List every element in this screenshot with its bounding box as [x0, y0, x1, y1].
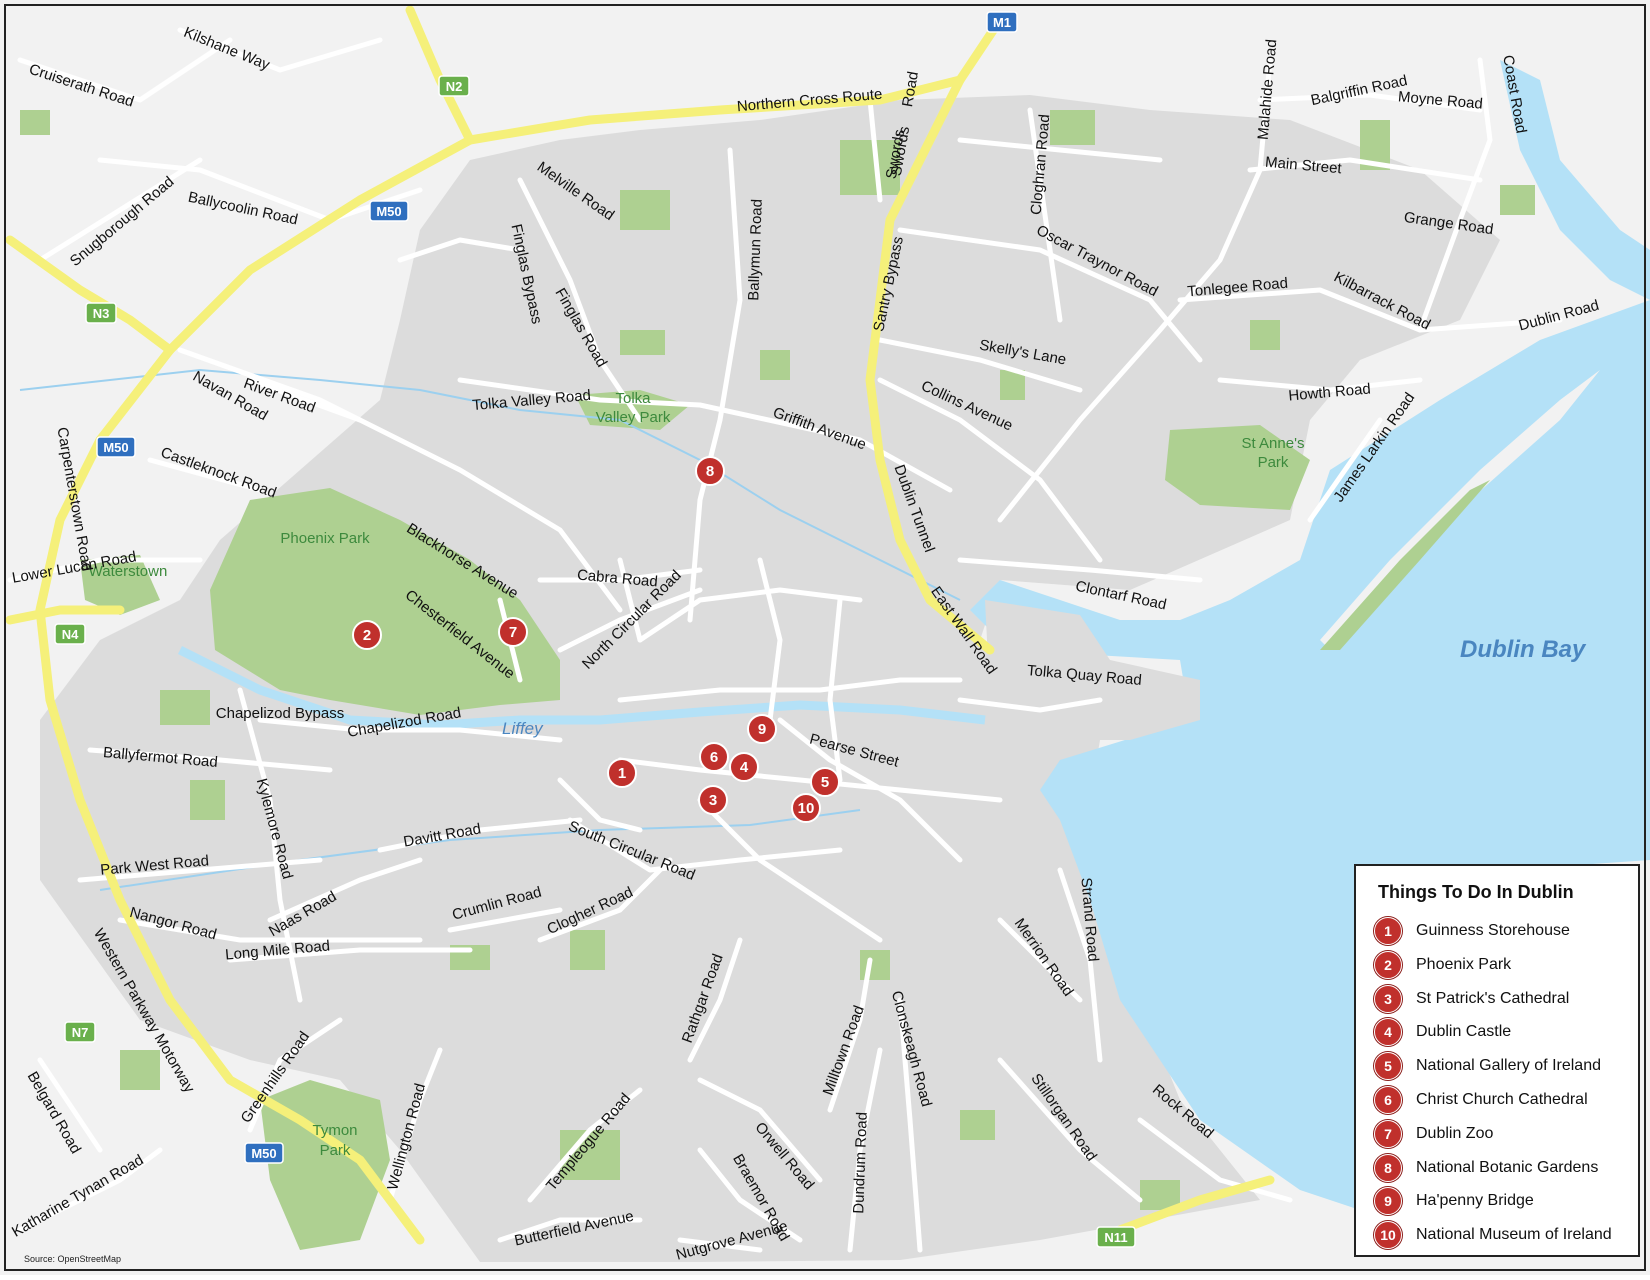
legend-label: Phoenix Park [1416, 955, 1512, 973]
road-label: Ballymun Road [745, 199, 766, 301]
park-label: Valley Park [596, 409, 671, 426]
legend-label: Guinness Storehouse [1416, 922, 1570, 939]
attraction-marker-10[interactable]: 10 [791, 793, 821, 823]
attraction-marker-6[interactable]: 6 [699, 742, 729, 772]
legend-label: National Museum of Ireland [1416, 1226, 1612, 1244]
national-route-shield: N2 [438, 75, 470, 97]
shield-label: M50 [376, 204, 401, 219]
legend-item: 7 Dublin Zoo [1374, 1119, 1494, 1148]
green-area [960, 1110, 995, 1140]
legend-label: St Patrick's Cathedral [1416, 989, 1570, 1007]
legend-item: 6 Christ Church Cathedral [1374, 1086, 1588, 1114]
shield-label: M1 [993, 15, 1011, 30]
legend-marker-icon: 1 [1374, 917, 1402, 945]
marker-number: 4 [740, 759, 749, 776]
green-area [860, 950, 890, 980]
legend-item: 4 Dublin Castle [1374, 1018, 1512, 1047]
park-label: Park [1258, 454, 1289, 471]
legend-label: Dublin Zoo [1416, 1124, 1494, 1142]
motorway-shield: M50 [369, 200, 409, 222]
green-area [570, 930, 605, 970]
marker-number: 9 [758, 721, 766, 738]
park-label: Tymon [312, 1122, 357, 1139]
marker-number: 6 [710, 749, 718, 766]
legend-item: 3 St Patrick's Cathedral [1374, 984, 1570, 1013]
legend-marker-icon: 7 [1374, 1119, 1402, 1148]
shield-label: N4 [62, 627, 79, 642]
legend-item: 5 National Gallery of Ireland [1374, 1052, 1601, 1081]
legend-item: 10 National Museum of Ireland [1374, 1221, 1612, 1250]
attraction-marker-4[interactable]: 4 [729, 752, 759, 782]
legend-item: 8 National Botanic Gardens [1374, 1153, 1599, 1182]
road-label: Chapelizod Bypass [216, 705, 344, 722]
legend-label: National Gallery of Ireland [1416, 1057, 1601, 1075]
marker-number: 7 [509, 624, 517, 641]
shield-label: M50 [103, 440, 128, 455]
marker-number: 8 [706, 463, 714, 480]
national-route-shield: N3 [85, 302, 117, 324]
legend-label: Ha'penny Bridge [1416, 1192, 1534, 1210]
attraction-marker-3[interactable]: 3 [698, 785, 728, 815]
marker-number: 1 [618, 765, 626, 782]
legend-marker-icon: 3 [1374, 984, 1402, 1013]
legend-item: 9 Ha'penny Bridge [1374, 1187, 1534, 1216]
marker-number: 10 [798, 800, 815, 817]
green-area [1050, 110, 1095, 145]
attraction-marker-1[interactable]: 1 [607, 758, 637, 788]
attraction-marker-9[interactable]: 9 [747, 714, 777, 744]
legend-label: Dublin Castle [1416, 1023, 1512, 1041]
marker-number: 3 [709, 792, 717, 809]
park-label: Phoenix Park [280, 530, 370, 547]
green-area [20, 110, 50, 135]
attraction-marker-5[interactable]: 5 [810, 767, 840, 797]
legend-marker-icon: 6 [1374, 1086, 1402, 1114]
marker-number: 2 [363, 627, 371, 644]
shield-label: N2 [446, 79, 463, 94]
shield-label: M50 [251, 1146, 276, 1161]
legend-label: National Botanic Gardens [1416, 1158, 1599, 1176]
green-area [1250, 320, 1280, 350]
green-area [760, 350, 790, 380]
national-route-shield: N11 [1096, 1226, 1136, 1248]
legend-item: 1 Guinness Storehouse [1374, 917, 1570, 945]
green-area [620, 190, 670, 230]
legend-marker-icon: 9 [1374, 1187, 1402, 1216]
shield-label: N11 [1104, 1230, 1127, 1245]
legend-marker-icon: 10 [1374, 1221, 1402, 1250]
legend-marker-icon: 8 [1374, 1153, 1402, 1182]
attraction-marker-7[interactable]: 7 [498, 617, 528, 647]
motorway-shield: M50 [244, 1142, 284, 1164]
motorway-shield: M1 [986, 11, 1018, 33]
shield-label: N3 [93, 306, 110, 321]
source-credit: Source: OpenStreetMap [24, 1254, 121, 1264]
green-area [190, 780, 225, 820]
green-area [1500, 185, 1535, 215]
park-label: Park [320, 1142, 351, 1159]
legend-label: Christ Church Cathedral [1416, 1091, 1588, 1108]
park-label: St Anne's [1242, 435, 1305, 452]
legend-marker-icon: 2 [1374, 950, 1402, 979]
road-label: Dundrum Road [850, 1112, 871, 1214]
marker-number: 5 [821, 774, 829, 791]
attraction-marker-2[interactable]: 2 [352, 620, 382, 650]
water-label-bay: Dublin Bay [1460, 636, 1587, 663]
shield-label: N7 [72, 1025, 89, 1040]
attraction-marker-8[interactable]: 8 [695, 456, 725, 486]
national-route-shield: N4 [54, 623, 86, 645]
national-route-shield: N7 [64, 1021, 96, 1043]
legend-marker-icon: 4 [1374, 1018, 1402, 1047]
legend-title: Things To Do In Dublin [1378, 882, 1574, 902]
motorway-shield: M50 [96, 436, 136, 458]
legend-marker-icon: 5 [1374, 1052, 1402, 1081]
green-area [120, 1050, 160, 1090]
legend-item: 2 Phoenix Park [1374, 950, 1512, 979]
park-label: Tolka [615, 390, 651, 407]
water-label-liffey: Liffey [502, 719, 544, 738]
green-area [620, 330, 665, 355]
dublin-map[interactable]: Dublin Bay Liffey Phoenix Park Tolka Valle… [0, 0, 1650, 1275]
legend: Things To Do In Dublin 1 Guinness Storeho… [1354, 864, 1640, 1257]
green-area [160, 690, 210, 725]
